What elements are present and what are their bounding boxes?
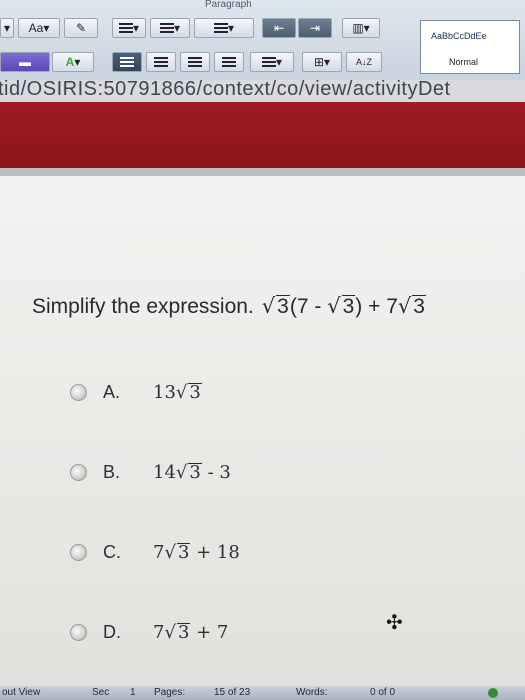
align-right-button[interactable] [180,52,210,72]
font-dropdown-arrow[interactable]: ▾ [0,18,14,38]
question-expression: √ 3 (7 - √ 3 ) + 7 √ 3 [261,294,426,318]
radical-sign-icon: √ [397,294,412,318]
change-case-button[interactable]: Aa ▾ [18,18,60,38]
radio-button-b[interactable] [70,464,87,481]
words-label: Words: [296,687,328,698]
pages-label: Pages: [154,687,186,698]
highlighter-icon: ▬ [19,55,31,69]
option-expression: 7 √ 3 + 7 [153,622,229,643]
spelling-check-icon[interactable] [488,688,498,698]
sqrt-term-1: √ 3 [261,294,290,318]
style-sample-text: AaBbCcDdEe [431,31,487,41]
numbering-icon [159,23,174,33]
sqrt-term-3: √ 3 [397,294,426,318]
radio-button-d[interactable] [70,624,87,641]
align-left-button[interactable] [112,52,142,72]
answer-option-a[interactable]: A. 13 √ 3 [70,382,202,403]
increase-indent-button[interactable]: ⇥ [298,18,332,38]
pages-value: 15 of 23 [214,687,251,698]
url-text[interactable]: tid/OSIRIS:50791866/context/co/view/acti… [0,80,451,101]
section-number: 1 [130,687,136,698]
question-text: Simplify the expression. √ 3 (7 - √ 3 ) … [32,294,426,319]
question-panel: Simplify the expression. √ 3 (7 - √ 3 ) … [0,176,525,686]
font-color-button[interactable]: A ▾ [52,52,94,72]
sort-button[interactable]: A↓Z [346,52,382,72]
clear-formatting-button[interactable]: ✎ [64,18,98,38]
answer-option-b[interactable]: B. 14 √ 3 - 3 [70,462,231,483]
option-expression: 14 √ 3 - 3 [153,462,231,483]
browser-url-strip: tid/OSIRIS:50791866/context/co/view/acti… [0,80,525,102]
line-spacing-icon [261,57,276,67]
option-letter: D. [103,622,121,642]
layout-view-label[interactable]: out View [2,687,40,698]
paragraph-group-label: Paragraph [205,0,252,10]
radical-sign-icon: √ [327,294,341,318]
word-status-bar: out View Sec 1 Pages: 15 of 23 Words: 0 … [0,686,525,700]
align-left-icon [120,57,134,67]
radical-sign-icon: √ [175,382,188,403]
question-prompt: Simplify the expression. [32,295,254,318]
columns-button[interactable]: ▥ ▾ [342,18,380,38]
radio-button-a[interactable] [70,384,87,401]
align-center-icon [154,57,168,67]
sort-icon: A↓Z [355,57,372,67]
align-center-button[interactable] [146,52,176,72]
bullets-icon [118,23,133,33]
font-color-icon: A [65,55,75,69]
option-expression: 13 √ 3 [153,382,202,403]
align-right-icon [188,57,202,67]
font-size-icon: Aa [28,21,44,35]
radical-sign-icon: √ [164,622,176,643]
option-letter: A. [103,382,121,402]
highlight-color-button[interactable]: ▬ [0,52,50,72]
answer-option-c[interactable]: C. 7 √ 3 + 18 [70,542,240,563]
bullets-button[interactable]: ▾ [112,18,146,38]
justify-icon [222,57,236,67]
numbering-button[interactable]: ▾ [150,18,190,38]
course-header-band [0,102,525,168]
word-ribbon: Paragraph ▾ Aa▾ ✎ ▾ ▾ ▾ ⇤ ⇥ ▥▾ ▬ A▾ ▾ [0,0,525,81]
eraser-icon: ✎ [75,21,87,35]
decrease-indent-button[interactable]: ⇤ [262,18,296,38]
option-letter: C. [103,542,121,562]
style-name-label: Normal [449,57,479,67]
multilevel-list-button[interactable]: ▾ [194,18,254,38]
borders-button[interactable]: ⊞ ▾ [302,52,342,72]
decrease-indent-icon: ⇤ [273,21,285,35]
busy-cursor-icon: ✣ [386,612,403,634]
justify-button[interactable] [214,52,244,72]
sqrt-term-2: √ 3 [327,294,356,318]
borders-icon: ⊞ [313,55,325,69]
answer-option-d[interactable]: D. 7 √ 3 + 7 [70,622,228,643]
option-letter: B. [103,462,121,482]
increase-indent-icon: ⇥ [309,21,321,35]
multilevel-list-icon [213,23,228,33]
line-spacing-button[interactable]: ▾ [250,52,294,72]
columns-icon: ▥ [352,21,364,35]
radical-sign-icon: √ [164,542,176,563]
normal-style-gallery-item[interactable]: AaBbCcDdEe Normal [420,20,520,74]
words-value: 0 of 0 [370,687,396,698]
radio-button-c[interactable] [70,544,87,561]
radical-sign-icon: √ [261,294,276,318]
radical-sign-icon: √ [175,462,188,483]
option-expression: 7 √ 3 + 18 [153,542,240,563]
section-label: Sec [92,687,110,698]
header-divider [0,168,525,176]
